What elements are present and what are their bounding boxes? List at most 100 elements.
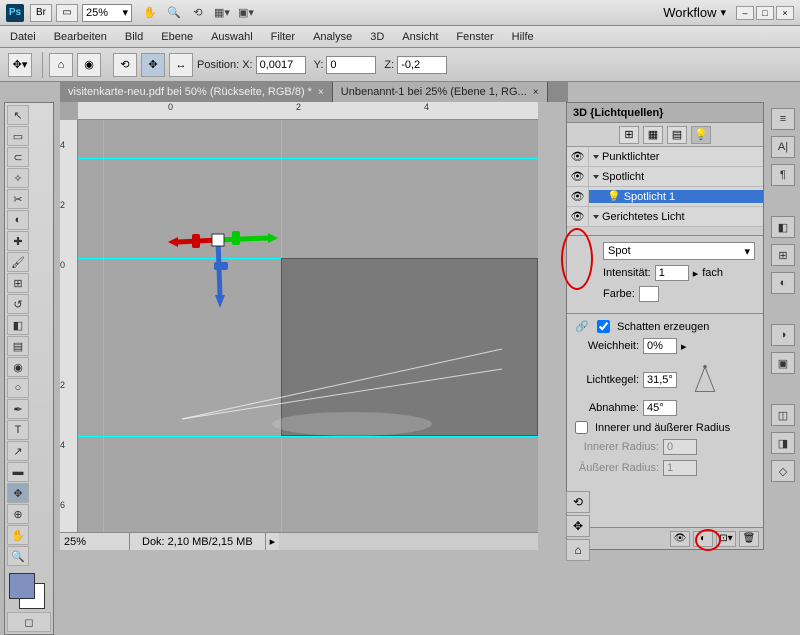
- dock-channels-icon[interactable]: ◨: [771, 432, 795, 454]
- light-type-dropdown[interactable]: Spot▾: [603, 242, 755, 260]
- eyedropper-tool[interactable]: ◐: [7, 210, 29, 230]
- delete-light-icon[interactable]: 🗑: [739, 531, 759, 547]
- opt-rotate-icon[interactable]: ⟲: [113, 53, 137, 77]
- dock-char-icon[interactable]: A|: [771, 136, 795, 158]
- status-zoom[interactable]: 25%: [60, 533, 130, 550]
- light-group-gerichtet[interactable]: 👁 Gerichtetes Licht: [567, 207, 763, 227]
- blur-tool[interactable]: ◉: [7, 357, 29, 377]
- menu-auswahl[interactable]: Auswahl: [211, 31, 253, 43]
- dock-paths-icon[interactable]: ◇: [771, 460, 795, 482]
- viewport[interactable]: [78, 120, 538, 532]
- lasso-tool[interactable]: ⊂: [7, 147, 29, 167]
- visibility-icon[interactable]: 👁: [571, 190, 585, 203]
- dock-styles-icon[interactable]: ◐: [771, 272, 795, 294]
- light-home-tool[interactable]: ⌂: [566, 539, 590, 561]
- menu-datei[interactable]: Datei: [10, 31, 36, 43]
- quickmask-toggle[interactable]: ◻: [7, 612, 51, 632]
- y-field[interactable]: 0: [326, 56, 376, 74]
- link-icon[interactable]: 🔗: [575, 320, 593, 333]
- hand-tool[interactable]: ✋: [7, 525, 29, 545]
- zoom-selector[interactable]: 25%▾: [82, 4, 132, 22]
- x-field[interactable]: 0,0017: [256, 56, 306, 74]
- intensity-field[interactable]: 1: [655, 265, 689, 281]
- visibility-icon[interactable]: 👁: [571, 150, 585, 163]
- light-drag-tool[interactable]: ✥: [566, 515, 590, 537]
- brush-tool[interactable]: 🖌: [7, 252, 29, 272]
- menu-bearbeiten[interactable]: Bearbeiten: [54, 31, 107, 43]
- visibility-icon[interactable]: 👁: [571, 170, 585, 183]
- light-rotate-tool[interactable]: ⟲: [566, 491, 590, 513]
- screen-mode-icon[interactable]: ▣▾: [236, 4, 256, 22]
- wand-tool[interactable]: ✧: [7, 168, 29, 188]
- menu-ebene[interactable]: Ebene: [161, 31, 193, 43]
- path-tool[interactable]: ↗: [7, 441, 29, 461]
- z-field[interactable]: -0,2: [397, 56, 447, 74]
- dock-para-icon[interactable]: ¶: [771, 164, 795, 186]
- visibility-icon[interactable]: 👁: [571, 210, 585, 223]
- maximize-button[interactable]: □: [756, 6, 774, 20]
- crop-tool[interactable]: ✂: [7, 189, 29, 209]
- tab-unbenannt[interactable]: Unbenannt-1 bei 25% (Ebene 1, RG...×: [333, 82, 548, 102]
- close-icon[interactable]: ×: [318, 87, 324, 98]
- ruler-vertical[interactable]: 4 2 0 2 4 6: [60, 120, 78, 532]
- 3d-camera-tool[interactable]: ⊕: [7, 504, 29, 524]
- softness-field[interactable]: 0%: [643, 338, 677, 354]
- menu-filter[interactable]: Filter: [271, 31, 295, 43]
- filter-mesh-icon[interactable]: ▦: [643, 126, 663, 144]
- dock-color-icon[interactable]: ◧: [771, 216, 795, 238]
- rotate-icon[interactable]: ⟲: [188, 4, 208, 22]
- opt-slide-icon[interactable]: ↔: [169, 53, 193, 77]
- opt-drag-icon[interactable]: ✥: [141, 53, 165, 77]
- filter-lights-icon[interactable]: 💡: [691, 126, 711, 144]
- bridge-icon[interactable]: Br: [30, 4, 52, 22]
- history-tool[interactable]: ↺: [7, 294, 29, 314]
- gradient-tool[interactable]: ▤: [7, 336, 29, 356]
- dock-layers-icon[interactable]: ◫: [771, 404, 795, 426]
- dodge-tool[interactable]: ○: [7, 378, 29, 398]
- opt-home-icon[interactable]: ⌂: [49, 53, 73, 77]
- eraser-tool[interactable]: ◧: [7, 315, 29, 335]
- opt-orbit-icon[interactable]: ◉: [77, 53, 101, 77]
- tab-visitenkarte[interactable]: visitenkarte-neu.pdf bei 50% (Rückseite,…: [60, 82, 333, 102]
- color-swatch[interactable]: [639, 286, 659, 302]
- menu-hilfe[interactable]: Hilfe: [512, 31, 534, 43]
- light-item-spot1[interactable]: 👁 💡Spotlicht 1: [567, 187, 763, 207]
- color-swatches[interactable]: [7, 571, 51, 611]
- minimize-button[interactable]: –: [736, 6, 754, 20]
- 3d-layer[interactable]: [281, 258, 538, 436]
- menu-3d[interactable]: 3D: [370, 31, 384, 43]
- marquee-tool[interactable]: ▭: [7, 126, 29, 146]
- stamp-tool[interactable]: ⊞: [7, 273, 29, 293]
- shape-tool[interactable]: ▬: [7, 462, 29, 482]
- current-tool-icon[interactable]: ✥▾: [8, 53, 32, 77]
- panel-title[interactable]: 3D {Lichtquellen}: [567, 103, 763, 123]
- dock-swatches-icon[interactable]: ⊞: [771, 244, 795, 266]
- status-doc[interactable]: Dok: 2,10 MB/2,15 MB: [130, 533, 266, 550]
- healing-tool[interactable]: ✚: [7, 231, 29, 251]
- 3d-object-tool[interactable]: ✥: [7, 483, 29, 503]
- type-tool[interactable]: T: [7, 420, 29, 440]
- zoom-icon[interactable]: 🔍: [164, 4, 184, 22]
- menu-ansicht[interactable]: Ansicht: [402, 31, 438, 43]
- dock-history-icon[interactable]: ≡: [771, 108, 795, 130]
- cone-widget[interactable]: [691, 365, 719, 395]
- mini-bridge-icon[interactable]: ▭: [56, 4, 78, 22]
- menu-analyse[interactable]: Analyse: [313, 31, 352, 43]
- dock-masks-icon[interactable]: ▣: [771, 352, 795, 374]
- 3d-axis-widget[interactable]: [158, 190, 278, 310]
- new-light-icon[interactable]: ⊡▾: [716, 531, 736, 547]
- filter-material-icon[interactable]: ▤: [667, 126, 687, 144]
- foreground-color[interactable]: [9, 573, 35, 599]
- zoom-tool[interactable]: 🔍: [7, 546, 29, 566]
- dock-adjust-icon[interactable]: ◑: [771, 324, 795, 346]
- light-guides-icon[interactable]: ◐: [693, 531, 713, 547]
- close-icon[interactable]: ×: [533, 87, 539, 98]
- light-group-spot[interactable]: 👁 Spotlicht: [567, 167, 763, 187]
- ruler-horizontal[interactable]: 0 2 4: [78, 102, 538, 120]
- pen-tool[interactable]: ✒: [7, 399, 29, 419]
- workspace-label[interactable]: Workflow: [663, 5, 716, 20]
- arrange-icon[interactable]: ▦▾: [212, 4, 232, 22]
- hotspot-field[interactable]: 31,5°: [643, 372, 677, 388]
- hand-icon[interactable]: ✋: [140, 4, 160, 22]
- radius-checkbox[interactable]: [575, 421, 588, 434]
